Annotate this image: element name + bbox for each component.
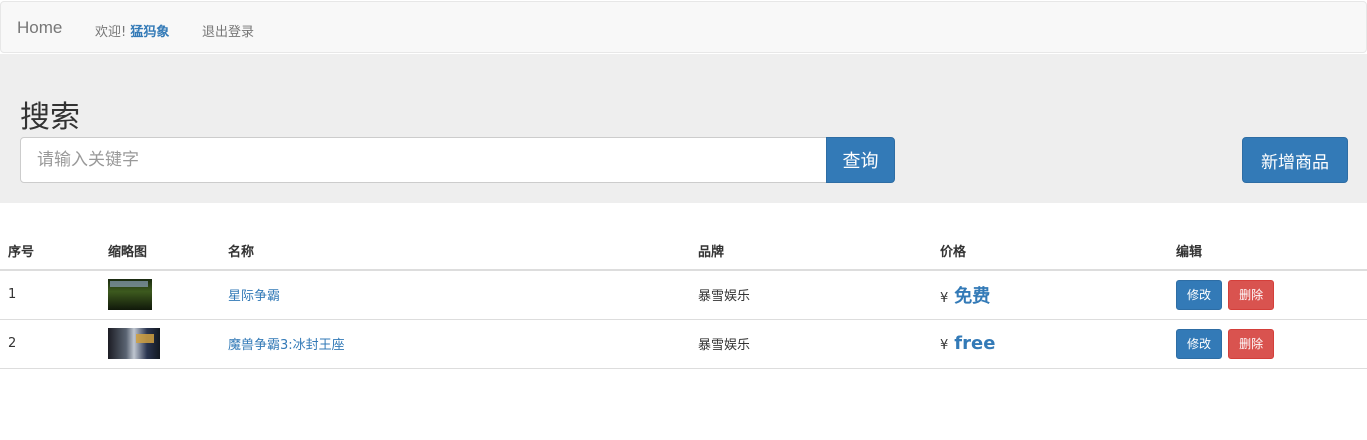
logout-link[interactable]: 退出登录 — [202, 21, 254, 40]
edit-button[interactable]: 修改 — [1176, 279, 1223, 310]
currency-symbol: ¥ — [940, 290, 949, 306]
welcome-message: 欢迎! 猛犸象 — [95, 21, 169, 40]
header-brand: 品牌 — [690, 232, 932, 271]
header-index: 序号 — [0, 232, 100, 271]
table-header-row: 序号 缩略图 名称 品牌 价格 编辑 — [0, 232, 1367, 271]
search-input[interactable] — [20, 137, 827, 183]
row-brand: 暴雪娱乐 — [690, 270, 932, 320]
row-price-cell: ¥ free — [932, 319, 1168, 369]
row-name-cell: 星际争霸 — [220, 270, 690, 320]
row-actions: 修改 删除 — [1168, 270, 1367, 320]
row-name-cell: 魔兽争霸3:冰封王座 — [220, 319, 690, 369]
username-link[interactable]: 猛犸象 — [130, 25, 169, 40]
warcraft3-thumbnail-icon — [108, 328, 160, 359]
row-index: 2 — [0, 319, 100, 369]
row-brand: 暴雪娱乐 — [690, 319, 932, 369]
delete-button[interactable]: 删除 — [1228, 328, 1275, 359]
welcome-prefix: 欢迎! — [95, 25, 127, 40]
product-name-link[interactable]: 魔兽争霸3:冰封王座 — [228, 338, 345, 353]
header-thumbnail: 缩略图 — [100, 232, 220, 271]
search-panel: 搜索 查询 新增商品 — [0, 54, 1367, 203]
header-price: 价格 — [932, 232, 1168, 271]
row-thumbnail-cell — [100, 270, 220, 320]
row-thumbnail-cell — [100, 319, 220, 369]
row-price-cell: ¥ 免费 — [932, 270, 1168, 320]
price-value: free — [954, 333, 996, 354]
row-actions: 修改 删除 — [1168, 319, 1367, 369]
delete-button[interactable]: 删除 — [1228, 279, 1275, 310]
starcraft-thumbnail-icon — [108, 279, 152, 311]
search-heading: 搜索 — [20, 100, 80, 135]
add-product-button[interactable]: 新增商品 — [1242, 137, 1348, 183]
top-navbar: Home 欢迎! 猛犸象 退出登录 — [0, 1, 1367, 53]
table-row: 1 星际争霸 暴雪娱乐 ¥ 免费 修改 删除 — [0, 270, 1367, 320]
product-table: 序号 缩略图 名称 品牌 价格 编辑 1 星际争霸 暴雪娱乐 ¥ 免费 修改 删除… — [0, 232, 1367, 369]
header-name: 名称 — [220, 232, 690, 271]
header-edit: 编辑 — [1168, 232, 1367, 271]
currency-symbol: ¥ — [940, 338, 949, 353]
product-name-link[interactable]: 星际争霸 — [228, 289, 280, 304]
edit-button[interactable]: 修改 — [1176, 328, 1223, 359]
price-value: 免费 — [954, 285, 991, 307]
home-link[interactable]: Home — [17, 18, 62, 38]
row-index: 1 — [0, 270, 100, 320]
table-row: 2 魔兽争霸3:冰封王座 暴雪娱乐 ¥ free 修改 删除 — [0, 319, 1367, 369]
search-button[interactable]: 查询 — [826, 137, 895, 183]
